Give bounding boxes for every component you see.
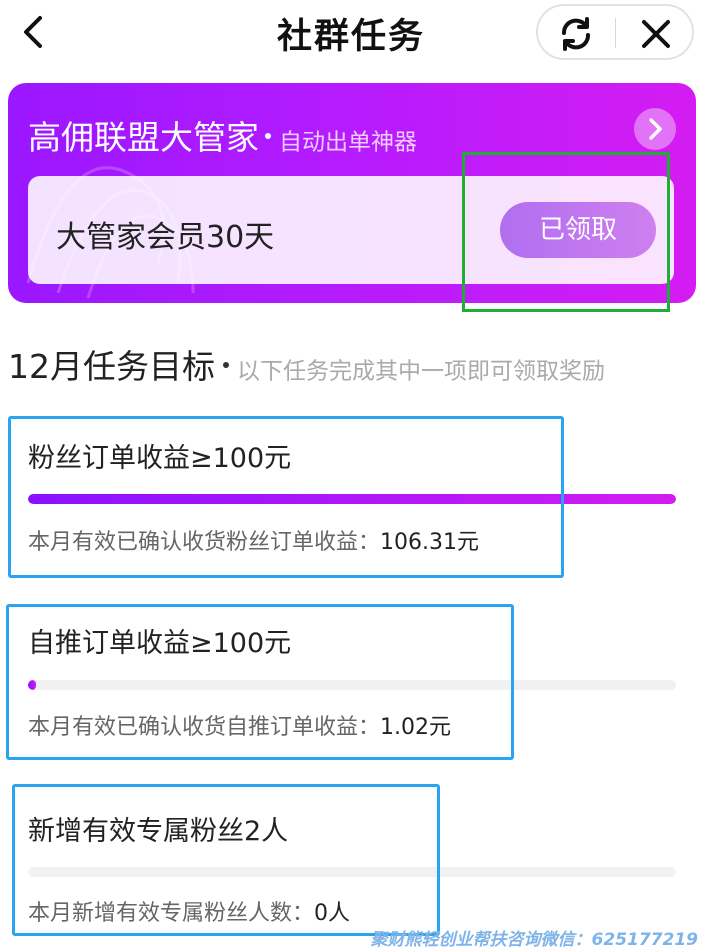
banner-title-row: 高佣联盟大管家 自动出单神器 (28, 111, 417, 159)
banner-more-button[interactable] (634, 108, 676, 150)
highlight-box-blue (8, 416, 564, 578)
refresh-icon (561, 17, 591, 51)
capsule-divider (615, 18, 616, 48)
reward-name: 大管家会员30天 (56, 220, 275, 255)
section-title: 12月任务目标 (8, 347, 215, 386)
highlight-box-blue (6, 604, 514, 760)
highlight-box-green (462, 152, 670, 312)
chevron-right-icon (649, 118, 662, 140)
banner-subtitle: 自动出单神器 (279, 129, 417, 156)
mini-program-capsule (536, 4, 694, 60)
close-icon (642, 20, 670, 48)
section-subtitle: 以下任务完成其中一项即可领取奖励 (237, 358, 605, 385)
banner-title: 高佣联盟大管家 (28, 118, 259, 157)
title-bar: 社群任务 (0, 0, 702, 68)
close-button[interactable] (636, 14, 676, 54)
section-header: 12月任务目标 以下任务完成其中一项即可领取奖励 (8, 340, 605, 388)
refresh-button[interactable] (556, 14, 596, 54)
highlight-box-blue (12, 784, 440, 936)
watermark-text: 聚财熊轻创业帮扶咨询微信：625177219 (370, 930, 698, 950)
title-dot (265, 132, 271, 139)
section-dot (223, 361, 229, 368)
